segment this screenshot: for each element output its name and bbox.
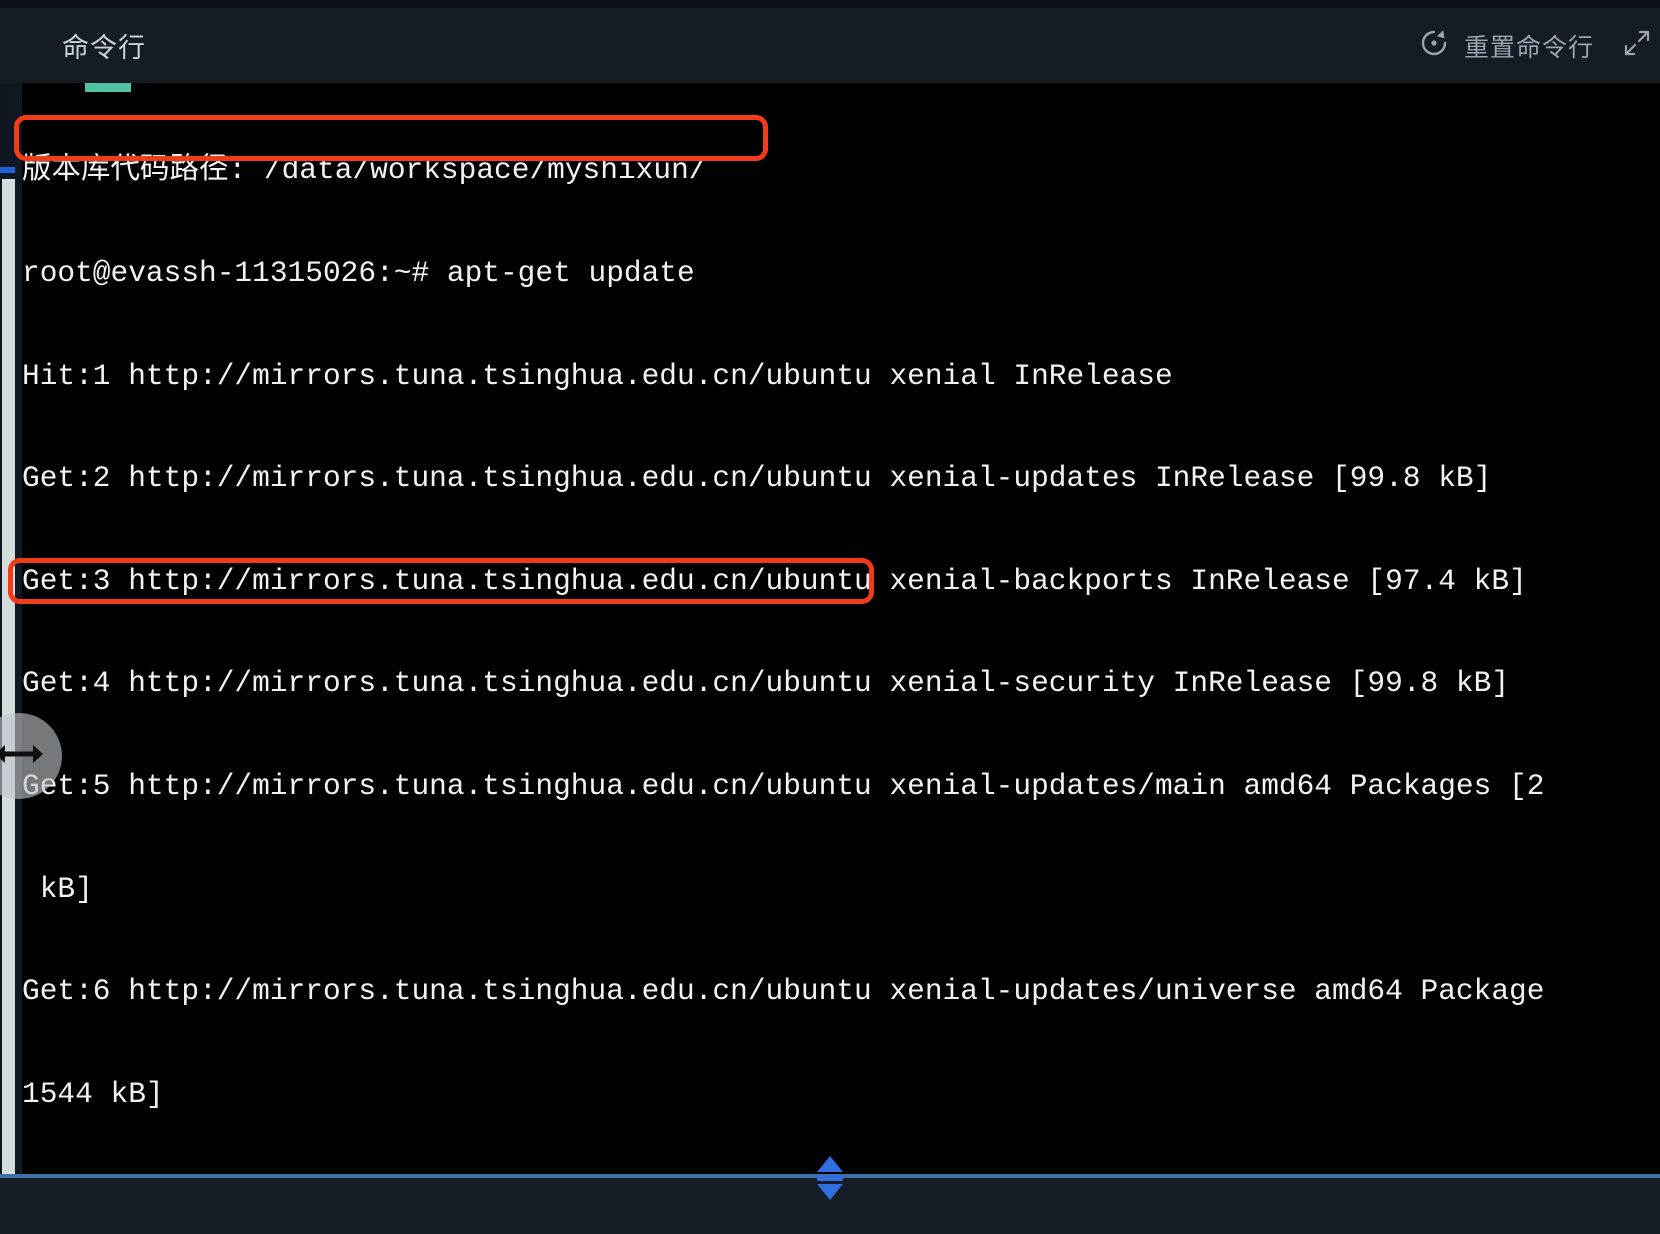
horizontal-resize-icon <box>0 739 46 774</box>
terminal-line: kB] <box>22 871 93 906</box>
refresh-icon <box>1418 27 1450 64</box>
header-actions: 重置命令行 <box>1418 26 1660 65</box>
vertical-resize-handle[interactable] <box>797 1154 863 1206</box>
terminal-line-command-update: root@evassh-11315026:~# apt-get update <box>22 256 695 290</box>
reset-command-line-button[interactable]: 重置命令行 <box>1418 27 1594 64</box>
terminal-line: Hit:1 http://mirrors.tuna.tsinghua.edu.c… <box>22 358 1173 393</box>
vertical-resize-icon <box>799 1153 861 1208</box>
expand-icon[interactable] <box>1620 26 1654 65</box>
terminal-line: 1544 kB] <box>22 1076 164 1111</box>
terminal-line: Get:6 http://mirrors.tuna.tsinghua.edu.c… <box>22 974 1545 1009</box>
terminal-line: Get:5 http://mirrors.tuna.tsinghua.edu.c… <box>22 768 1545 803</box>
terminal-line: Get:2 http://mirrors.tuna.tsinghua.edu.c… <box>22 461 1492 496</box>
terminal-line: 版本库代码路径: /data/workspace/myshixun/ <box>22 153 707 188</box>
terminal-lines: 版本库代码路径: /data/workspace/myshixun/ root@… <box>22 85 1660 1174</box>
terminal-line: Get:4 http://mirrors.tuna.tsinghua.edu.c… <box>22 666 1510 701</box>
command-line-panel: 命令行 重置命令行 版本库代码路径: /data/workspace/myshi… <box>0 0 1660 1234</box>
terminal-line: Get:3 http://mirrors.tuna.tsinghua.edu.c… <box>22 563 1527 598</box>
terminal-scrollbar[interactable] <box>2 179 16 1174</box>
terminal-left-gutter <box>0 83 22 1174</box>
page-title: 命令行 <box>62 33 146 63</box>
panel-header: 命令行 重置命令行 <box>0 8 1660 83</box>
terminal-output[interactable]: 版本库代码路径: /data/workspace/myshixun/ root@… <box>0 83 1660 1174</box>
reset-command-line-label: 重置命令行 <box>1463 33 1594 62</box>
progress-marker <box>85 83 131 92</box>
gutter-shadow <box>15 83 22 1174</box>
top-strip <box>0 0 1660 8</box>
